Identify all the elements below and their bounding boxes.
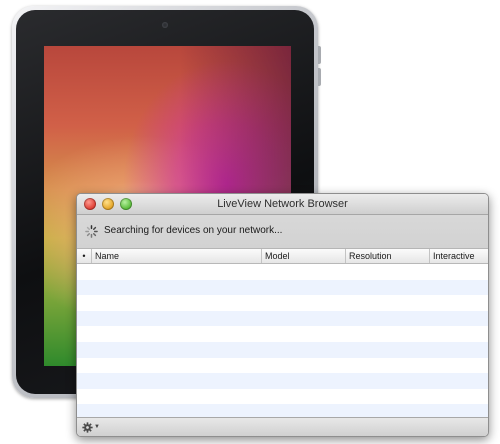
action-menu-button[interactable]: ▼: [82, 421, 100, 433]
table-row: [77, 295, 488, 311]
gear-icon: [82, 421, 93, 433]
column-header-status[interactable]: •: [77, 249, 92, 263]
table-row: [77, 279, 488, 296]
close-button[interactable]: [84, 198, 96, 210]
column-header-interactive[interactable]: Interactive: [430, 249, 488, 263]
table-row: [77, 326, 488, 342]
minimize-button[interactable]: [102, 198, 114, 210]
volume-up-button: [318, 46, 321, 64]
window-title: LiveView Network Browser: [217, 198, 348, 210]
device-table-body[interactable]: [77, 264, 488, 420]
table-row: [77, 264, 488, 280]
status-area: Searching for devices on your network...: [77, 215, 488, 249]
window-titlebar[interactable]: LiveView Network Browser: [77, 194, 488, 215]
liveview-network-browser-window: LiveView Network Browser Searching for d…: [76, 193, 489, 437]
table-row: [77, 310, 488, 327]
zoom-button[interactable]: [120, 198, 132, 210]
volume-down-button: [318, 68, 321, 86]
chevron-down-icon: ▼: [94, 424, 100, 430]
column-header-name[interactable]: Name: [92, 249, 262, 263]
table-row: [77, 341, 488, 358]
spinner-icon: [85, 225, 98, 238]
camera-icon: [162, 22, 168, 28]
column-header-resolution[interactable]: Resolution: [346, 249, 430, 263]
table-row: [77, 373, 488, 389]
column-header-model[interactable]: Model: [262, 249, 346, 263]
table-row: [77, 357, 488, 374]
window-bottom-bar: ▼: [77, 417, 488, 436]
search-status-text: Searching for devices on your network...: [104, 225, 283, 236]
device-table-header: • Name Model Resolution Interactive: [77, 249, 488, 264]
table-row: [77, 388, 488, 405]
